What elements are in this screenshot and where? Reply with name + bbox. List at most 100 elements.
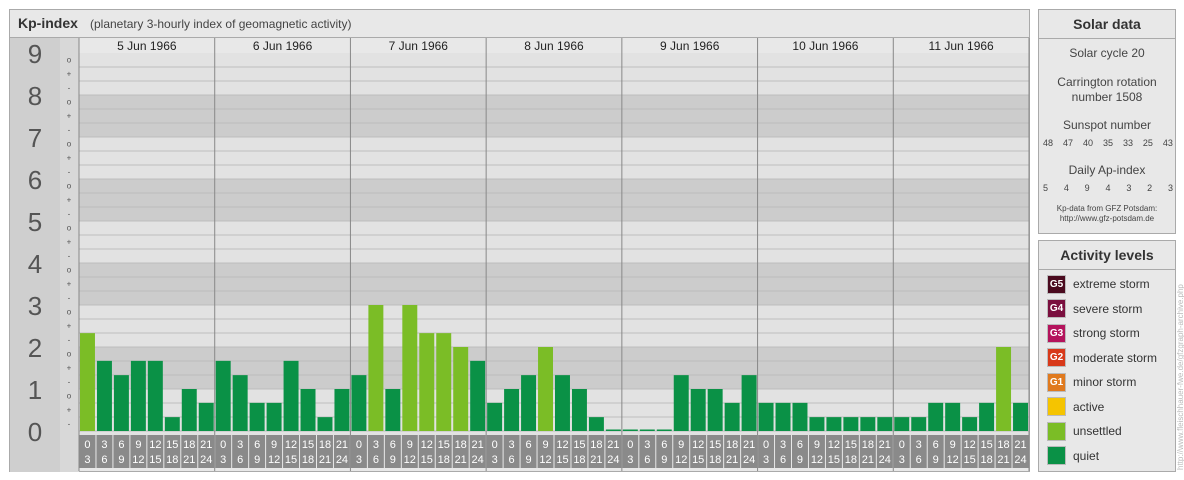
interval-start: 6 [661,439,667,451]
interval-end: 12 [675,454,687,466]
day-label: 9 Jun 1966 [660,39,720,53]
interval-start: 21 [336,439,348,451]
minor-mark: + [67,364,72,373]
legend-item-minor-storm: G1 minor storm [1047,372,1136,392]
legend-label: active [1073,399,1105,414]
legend-swatch: G4 [1047,299,1066,318]
kp-bar-chart: 0123456789-+o-+o-+o-+o-+o-+o-+o-+o-+o5 J… [10,38,1030,472]
legend-swatch: G3 [1047,323,1066,343]
minor-mark: o [67,140,72,149]
interval-start: 12 [692,439,704,451]
minor-mark: - [68,252,71,261]
kp-bar [639,429,655,431]
sunspot-value-0: 48 [1043,138,1054,148]
interval-start: 3 [101,439,107,451]
band-base [79,431,1029,435]
minor-mark: o [67,224,72,233]
kp-index-panel: Kp-index (planetary 3-hourly index of ge… [9,9,1030,472]
day-label: 10 Jun 1966 [792,39,858,53]
y-tick-label-9: 9 [28,39,42,69]
interval-end: 6 [780,454,786,466]
kp-bar [198,402,214,431]
interval-end: 18 [166,454,178,466]
interval-end: 15 [828,454,840,466]
kp-bar [555,375,570,431]
minor-mark: - [68,168,71,177]
interval-start: 21 [200,439,212,451]
interval-start: 15 [573,439,585,451]
kp-bar [826,417,842,431]
interval-end: 15 [964,454,976,466]
interval-end: 15 [149,454,161,466]
legend-swatch [1047,421,1066,441]
interval-start: 0 [899,439,905,451]
interval-start: 18 [862,439,874,451]
kp-bar [130,360,146,431]
interval-start: 18 [997,439,1009,451]
interval-end: 24 [607,454,619,466]
ap-value-3: 4 [1105,183,1111,193]
minor-mark: + [67,406,72,415]
kp-bar [521,375,537,431]
kp-bar [402,305,418,431]
interval-start: 12 [285,439,297,451]
interval-end: 9 [661,454,667,466]
solar-data-panel: Solar data Solar cycle 20 Carrington rot… [1038,9,1176,234]
legend-swatch: G1 [1047,372,1066,392]
minor-mark: + [67,70,72,79]
legend-item-severe-storm: G4 severe storm [1047,299,1142,319]
interval-start: 0 [627,439,633,451]
kp-bar [1013,402,1028,431]
kp-bar [283,360,299,431]
ap-values: 5 4 9 4 3 2 3 [1043,183,1173,193]
interval-end: 24 [472,454,484,466]
interval-end: 12 [947,454,959,466]
kp-bar [656,429,672,431]
interval-end: 15 [556,454,568,466]
kp-bar [215,360,231,431]
y-tick-label-4: 4 [28,249,42,279]
interval-start: 6 [254,439,260,451]
credit-line2: http://www.gfz-potsdam.de [1059,214,1155,223]
y-tick-label-8: 8 [28,81,42,111]
interval-start: 21 [472,439,484,451]
interval-end: 6 [373,454,379,466]
y-tick-label-6: 6 [28,165,42,195]
kp-bar [928,402,944,431]
legend-item-extreme-storm: G5 extreme storm [1047,274,1150,294]
kp-bar [538,347,553,431]
interval-start: 18 [590,439,602,451]
interval-end: 3 [356,454,362,466]
kp-bar [181,389,197,431]
interval-end: 6 [916,454,922,466]
minor-mark: + [67,154,72,163]
solar-cycle: Solar cycle 20 [1069,46,1145,60]
sunspot-label: Sunspot number [1062,118,1152,132]
kp-bar [724,402,740,431]
legend-swatch [1047,397,1066,416]
interval-start: 0 [763,439,769,451]
kp-bar [147,360,163,431]
interval-start: 6 [797,439,803,451]
interval-start: 12 [149,439,161,451]
interval-end: 12 [539,454,551,466]
interval-start: 12 [556,439,568,451]
kp-bar [317,417,333,431]
ap-label: Daily Ap-index [1068,163,1146,177]
minor-mark: o [67,392,72,401]
interval-end: 12 [132,454,144,466]
kp-bar [232,375,248,431]
interval-start: 21 [607,439,619,451]
interval-end: 18 [302,454,314,466]
minor-mark: o [67,56,72,65]
day-label: 6 Jun 1966 [253,39,313,53]
band-8 [79,53,1029,95]
interval-end: 12 [404,454,416,466]
legend-label: unsettled [1073,424,1122,438]
kp-bar [588,417,604,431]
y-tick-label-3: 3 [28,291,42,321]
interval-start: 12 [828,439,840,451]
interval-start: 21 [1014,439,1026,451]
kp-bar [860,417,876,431]
interval-start: 18 [319,439,331,451]
